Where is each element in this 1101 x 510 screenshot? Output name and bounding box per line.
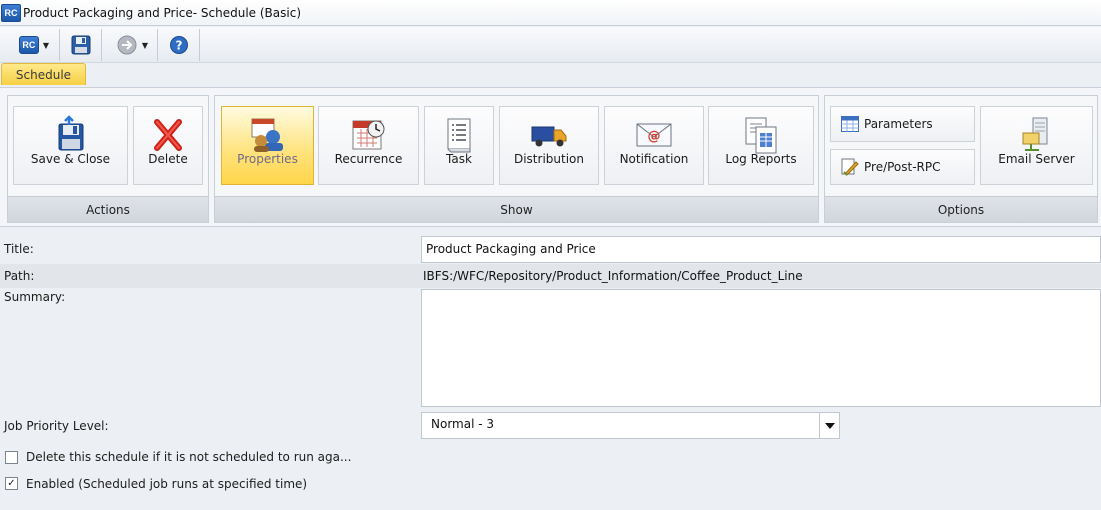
help-question-icon: ?	[170, 36, 188, 54]
server-icon	[1022, 117, 1047, 151]
task-label: Task	[446, 152, 472, 166]
svg-text:?: ?	[176, 39, 183, 53]
enabled-label: Enabled (Scheduled job runs at specified…	[26, 477, 308, 491]
run-menu-button[interactable]: ▼	[108, 29, 156, 61]
chevron-down-icon: ▼	[141, 40, 149, 50]
checkmark-icon: ✓	[7, 477, 16, 489]
delete-x-icon	[154, 119, 182, 151]
job-priority-value: Normal - 3	[431, 417, 495, 431]
job-priority-label: Job Priority Level:	[4, 419, 109, 433]
email-at-icon: @	[636, 123, 672, 147]
svg-text:@: @	[648, 129, 661, 144]
app-logo-icon: RC	[1, 3, 21, 22]
toolbar-separator	[199, 29, 200, 61]
group-label-options: Options	[825, 196, 1097, 222]
path-row: Path: IBFS:/WFC/Repository/Product_Infor…	[0, 264, 1101, 288]
recurrence-label: Recurrence	[334, 152, 403, 166]
pre-post-rpc-label: Pre/Post-RPC	[864, 160, 941, 174]
title-label: Title:	[4, 242, 34, 256]
ribbon-group-actions: Save & Close Delete Actions	[7, 95, 209, 223]
schedule-form: Title: Product Packaging and Price Path:…	[0, 228, 1101, 510]
window-title: Product Packaging and Price- Schedule (B…	[23, 5, 302, 20]
email-server-label: Email Server	[998, 152, 1075, 166]
ribbon: Save & Close Delete Actions Properties R…	[0, 87, 1101, 227]
app-menu-button[interactable]: RC ▼	[12, 29, 56, 61]
delete-button[interactable]: Delete	[133, 106, 203, 185]
path-value: IBFS:/WFC/Repository/Product_Information…	[423, 269, 803, 283]
toolbar-separator	[101, 29, 102, 61]
chevron-down-icon	[824, 422, 835, 429]
help-button[interactable]: ?	[163, 29, 195, 61]
tab-schedule[interactable]: Schedule	[1, 63, 86, 85]
title-input[interactable]: Product Packaging and Price	[421, 236, 1101, 263]
floppy-disk-icon	[71, 35, 91, 55]
summary-textarea[interactable]	[421, 289, 1101, 407]
distribution-button[interactable]: Distribution	[499, 106, 599, 185]
distribution-label: Distribution	[513, 152, 584, 166]
title-input-value: Product Packaging and Price	[426, 242, 596, 256]
ribbon-group-show: Properties Recurrence Task Distribution …	[214, 95, 819, 223]
parameters-label: Parameters	[864, 117, 933, 131]
pencil-document-icon	[841, 158, 859, 176]
window-title-bar: RC Product Packaging and Price- Schedule…	[0, 0, 1101, 26]
properties-button[interactable]: Properties	[221, 106, 314, 185]
save-button[interactable]	[64, 29, 98, 61]
parameters-button[interactable]: Parameters	[830, 106, 975, 142]
rc-logo-icon: RC	[18, 36, 39, 54]
chevron-down-icon: ▼	[42, 40, 50, 50]
calendar-clock-icon	[352, 120, 384, 150]
task-button[interactable]: Task	[424, 106, 494, 185]
email-server-button[interactable]: Email Server	[980, 106, 1093, 185]
table-grid-icon	[841, 116, 859, 132]
save-close-button[interactable]: Save & Close	[13, 106, 128, 185]
summary-label: Summary:	[4, 290, 66, 304]
log-documents-icon	[745, 117, 777, 154]
truck-icon	[531, 126, 567, 147]
recurrence-button[interactable]: Recurrence	[318, 106, 419, 185]
run-arrow-icon	[117, 35, 137, 55]
pre-post-rpc-button[interactable]: Pre/Post-RPC	[830, 149, 975, 185]
path-label: Path:	[4, 269, 35, 283]
save-close-icon	[58, 115, 83, 151]
ribbon-group-options: Parameters Pre/Post-RPC Email Server Opt…	[824, 95, 1098, 223]
quick-access-toolbar: RC ▼ ▼ ?	[0, 27, 1101, 63]
ribbon-tab-strip: Schedule	[0, 63, 1101, 87]
properties-icon	[251, 118, 283, 152]
toolbar-separator	[59, 29, 60, 61]
delete-label: Delete	[148, 152, 188, 166]
log-reports-label: Log Reports	[725, 152, 797, 166]
job-priority-select[interactable]: Normal - 3	[421, 412, 840, 439]
dropdown-arrow-button[interactable]	[819, 413, 839, 438]
enabled-checkbox[interactable]: ✓	[5, 477, 18, 490]
notification-button[interactable]: @ Notification	[604, 106, 704, 185]
toolbar-separator	[157, 29, 158, 61]
group-label-actions: Actions	[8, 196, 208, 222]
delete-schedule-checkbox[interactable]	[5, 451, 18, 464]
task-list-icon	[447, 118, 471, 153]
delete-schedule-label: Delete this schedule if it is not schedu…	[26, 450, 352, 464]
save-close-label: Save & Close	[30, 152, 111, 166]
notification-label: Notification	[619, 152, 689, 166]
log-reports-button[interactable]: Log Reports	[708, 106, 814, 185]
properties-label: Properties	[237, 152, 298, 166]
group-label-show: Show	[215, 196, 818, 222]
